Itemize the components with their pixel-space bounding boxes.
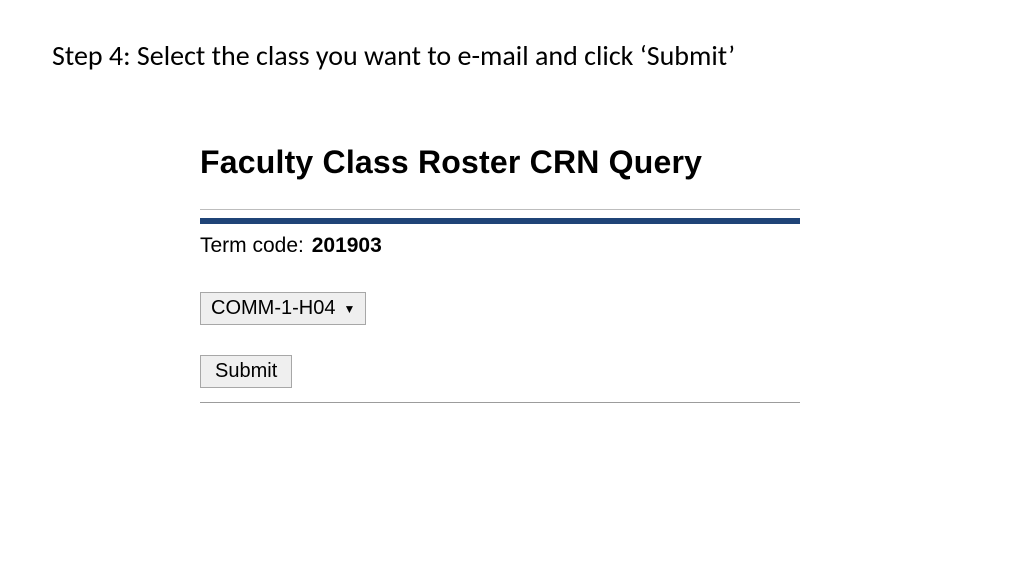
term-code-label: Term code: xyxy=(200,234,304,257)
query-panel: Faculty Class Roster CRN Query Term code… xyxy=(200,144,800,403)
title-underline xyxy=(200,209,800,210)
bottom-divider xyxy=(200,402,800,403)
term-code-value: 201903 xyxy=(312,234,382,257)
chevron-down-icon: ▼ xyxy=(343,303,355,315)
term-code-row: Term code: 201903 xyxy=(200,234,800,258)
panel-title: Faculty Class Roster CRN Query xyxy=(200,144,800,181)
submit-button[interactable]: Submit xyxy=(200,355,292,388)
class-select[interactable]: COMM-1-H04 ▼ xyxy=(200,292,366,325)
blue-divider xyxy=(200,218,800,224)
class-select-value: COMM-1-H04 xyxy=(211,297,335,320)
step-heading: Step 4: Select the class you want to e-m… xyxy=(52,38,735,73)
